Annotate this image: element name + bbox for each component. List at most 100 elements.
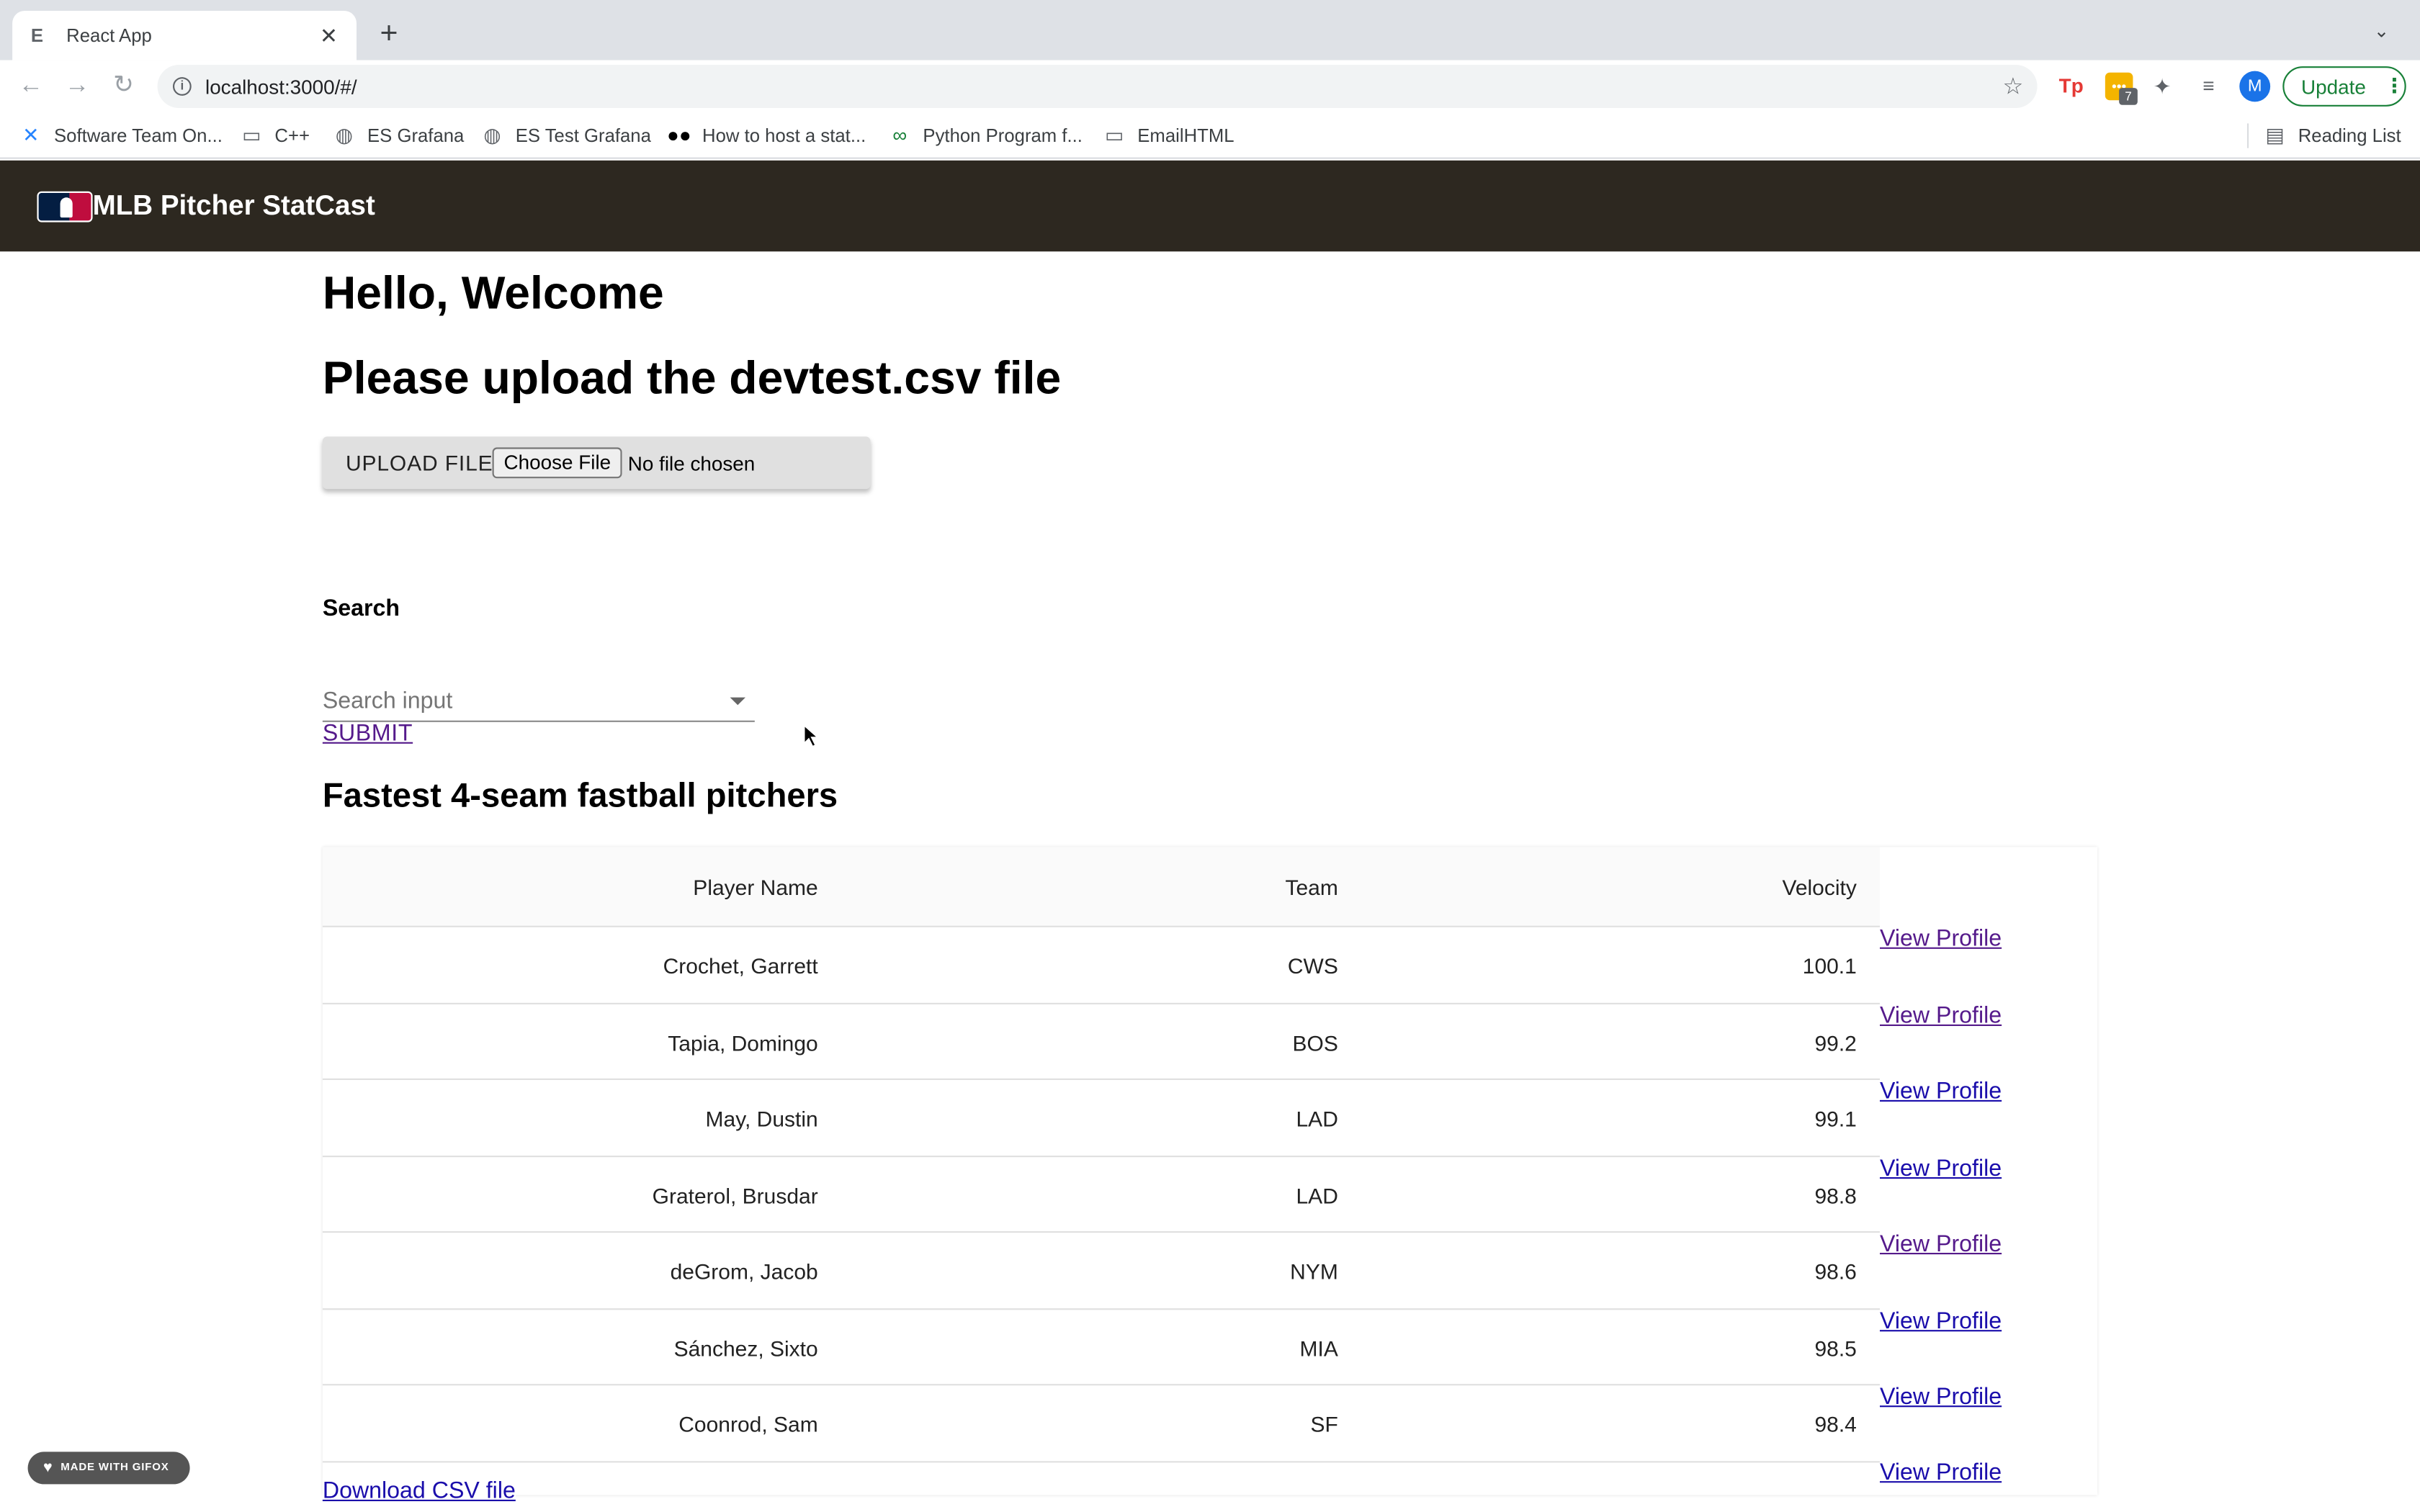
cell-team: CWS — [1287, 953, 1338, 978]
bookmark-emailhtml[interactable]: ▭ EmailHTML — [1102, 123, 1234, 148]
welcome-heading: Hello, Welcome — [322, 268, 664, 320]
bookmarks-divider — [2247, 123, 2249, 148]
bookmark-cpp[interactable]: ▭ C++ — [239, 123, 310, 148]
app-title: MLB Pitcher StatCast — [92, 189, 375, 221]
url-text[interactable]: localhost:3000/#/ — [205, 75, 2002, 98]
bookmark-es-test-grafana[interactable]: ◍ ES Test Grafana — [480, 123, 650, 148]
menu-dots-icon[interactable]: ⋮ — [2385, 74, 2405, 99]
tp-extension-icon[interactable]: Tp — [2057, 73, 2085, 101]
back-arrow-icon[interactable]: ← — [15, 71, 46, 102]
address-bar[interactable]: i localhost:3000/#/ ☆ — [157, 65, 2038, 108]
confluence-icon: ✕ — [22, 123, 40, 147]
pitchers-table: Player Name Team Velocity Crochet, Garre… — [322, 847, 2098, 1495]
fox-icon: ♥ — [43, 1459, 53, 1477]
upload-file-button[interactable]: UPLOAD FILE Choose File No file chosen — [322, 436, 871, 490]
site-info-icon[interactable]: i — [173, 77, 192, 96]
reading-list-button[interactable]: ▤ Reading List — [2262, 123, 2401, 148]
view-profile-link[interactable]: View Profile — [1880, 1003, 2002, 1029]
column-header-team[interactable]: Team — [1285, 875, 1337, 899]
app-header: MLB Pitcher StatCast — [0, 160, 2420, 252]
bookmark-label: Python Program f... — [923, 125, 1083, 147]
cell-velocity: 99.2 — [1814, 1030, 1857, 1055]
folder-icon: ▭ — [242, 123, 261, 147]
table-row: Coonrod, Sam SF 98.4 — [322, 1385, 1880, 1462]
folder-icon: ▭ — [1104, 123, 1124, 147]
cell-team: BOS — [1292, 1030, 1338, 1055]
reload-icon[interactable]: ↻ — [108, 71, 139, 102]
new-tab-icon[interactable]: + — [372, 19, 405, 53]
bookmark-es-grafana[interactable]: ◍ ES Grafana — [332, 123, 465, 148]
search-placeholder: Search input — [322, 688, 453, 715]
reading-list-icon: ▤ — [2265, 123, 2285, 147]
tab-search-chevron-icon[interactable]: ⌄ — [2374, 20, 2390, 42]
view-profile-link[interactable]: View Profile — [1880, 1459, 2002, 1485]
view-profile-link[interactable]: View Profile — [1880, 1079, 2002, 1104]
globe-icon: ◍ — [335, 123, 354, 147]
bookmarks-bar: ✕ Software Team On... ▭ C++ ◍ ES Grafana… — [0, 112, 2420, 159]
gifox-label: MADE WITH GIFOX — [60, 1462, 169, 1474]
choose-file-button[interactable]: Choose File — [493, 447, 622, 479]
bookmark-label: ES Test Grafana — [515, 125, 651, 147]
cell-player-name: Tapia, Domingo — [668, 1030, 818, 1055]
cell-velocity: 98.5 — [1814, 1335, 1857, 1360]
cell-player-name: Graterol, Brusdar — [652, 1182, 818, 1207]
table-row: Sánchez, Sixto MIA 98.5 — [322, 1309, 1880, 1386]
cell-team: MIA — [1299, 1335, 1338, 1360]
mlb-logo — [37, 190, 93, 222]
cell-velocity: 98.6 — [1814, 1259, 1857, 1284]
download-csv-link[interactable]: Download CSV file — [322, 1477, 516, 1505]
table-row: Crochet, Garrett CWS 100.1 — [322, 927, 1880, 1004]
table-row: deGrom, Jacob NYM 98.6 — [322, 1233, 1880, 1310]
bookmark-software-team[interactable]: ✕ Software Team On... — [19, 123, 223, 148]
search-label: Search — [322, 595, 400, 622]
react-favicon-icon: E — [30, 24, 44, 47]
cell-velocity: 98.4 — [1814, 1411, 1857, 1436]
reading-list-label: Reading List — [2298, 125, 2401, 147]
update-label: Update — [2301, 74, 2366, 99]
tab-strip: E React App ✕ + ⌄ — [0, 0, 2420, 60]
tab-title: React App — [66, 24, 152, 47]
cell-team: NYM — [1290, 1259, 1338, 1284]
table-row: Tapia, Domingo BOS 99.2 — [322, 1004, 1880, 1080]
view-profile-link[interactable]: View Profile — [1880, 1231, 2002, 1257]
bookmark-label: EmailHTML — [1137, 125, 1234, 147]
cell-velocity: 98.8 — [1814, 1182, 1857, 1207]
table-body: Player Name Team Velocity Crochet, Garre… — [322, 847, 1880, 1462]
cell-team: SF — [1310, 1411, 1338, 1436]
bookmark-python-program[interactable]: ∞ Python Program f... — [887, 123, 1083, 148]
column-header-velocity[interactable]: Velocity — [1782, 875, 1856, 899]
cell-team: LAD — [1296, 1106, 1338, 1131]
bookmark-label: C++ — [274, 125, 310, 147]
view-profile-link[interactable]: View Profile — [1880, 1156, 2002, 1182]
close-tab-icon[interactable]: ✕ — [316, 22, 341, 48]
cell-velocity: 99.1 — [1814, 1106, 1857, 1131]
bookmark-host-static[interactable]: ●● How to host a stat... — [667, 123, 866, 148]
forward-arrow-icon[interactable]: → — [62, 71, 93, 102]
upload-file-label: UPLOAD FILE — [346, 450, 493, 475]
update-button[interactable]: Update ⋮ — [2282, 66, 2406, 107]
search-input[interactable]: Search input — [322, 682, 755, 722]
bookmark-label: ES Grafana — [367, 125, 465, 147]
bookmark-star-icon[interactable]: ☆ — [2002, 73, 2023, 100]
media-list-icon[interactable]: ≡ — [2195, 73, 2223, 101]
upload-heading: Please upload the devtest.csv file — [322, 353, 1062, 405]
gifox-watermark: ♥ MADE WITH GIFOX — [27, 1452, 190, 1485]
table-row: Graterol, Brusdar LAD 98.8 — [322, 1156, 1880, 1233]
browser-tab[interactable]: E React App ✕ — [12, 11, 357, 60]
view-profile-link[interactable]: View Profile — [1880, 1384, 2002, 1410]
bookmark-label: Software Team On... — [54, 125, 223, 147]
bookmark-label: How to host a stat... — [702, 125, 866, 147]
view-profile-link[interactable]: View Profile — [1880, 1308, 2002, 1334]
file-status: No file chosen — [627, 451, 756, 474]
extensions-puzzle-icon[interactable]: ✦ — [2148, 73, 2177, 101]
browser-toolbar: ← → ↻ i localhost:3000/#/ ☆ Tp ••• 7 ✦ ≡… — [0, 60, 2420, 113]
submit-button[interactable]: SUBMIT — [323, 721, 413, 747]
globe-icon: ◍ — [483, 123, 501, 147]
table-header-row: Player Name Team Velocity — [322, 847, 1880, 927]
view-profile-link[interactable]: View Profile — [1880, 926, 2002, 952]
column-header-player-name[interactable]: Player Name — [693, 875, 817, 899]
cell-player-name: Sánchez, Sixto — [673, 1335, 818, 1360]
cell-player-name: deGrom, Jacob — [670, 1259, 818, 1284]
dropdown-arrow-icon[interactable] — [730, 697, 745, 706]
profile-avatar[interactable]: M — [2239, 71, 2271, 102]
